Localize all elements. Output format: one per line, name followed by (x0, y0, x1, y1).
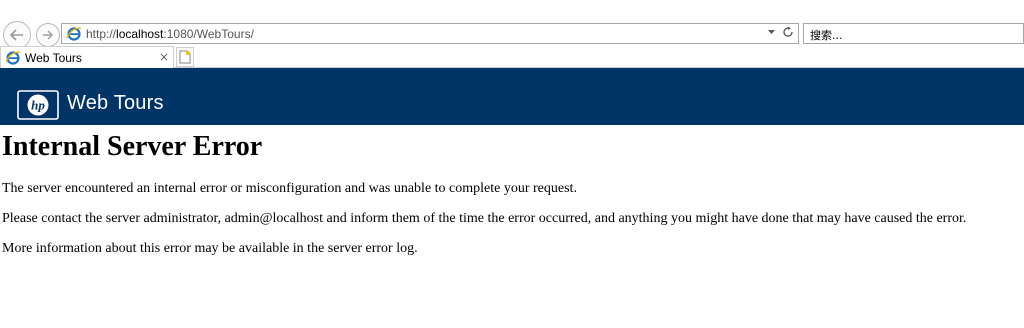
back-button[interactable] (3, 21, 31, 49)
tab-strip: Web Tours × (0, 46, 1024, 68)
banner-title: Web Tours (67, 92, 164, 114)
error-paragraph: Please contact the server administrator,… (2, 211, 967, 226)
error-paragraph: The server encountered an internal error… (2, 181, 577, 196)
forward-arrow-icon (43, 30, 54, 40)
address-bar[interactable]: http://localhost:1080/WebTours/ (61, 23, 799, 44)
refresh-icon[interactable] (782, 26, 794, 38)
search-input[interactable]: 搜索... (803, 23, 1024, 44)
tab-web-tours[interactable]: Web Tours × (0, 46, 174, 68)
address-url[interactable]: http://localhost:1080/WebTours/ (86, 27, 254, 41)
tab-close-icon[interactable]: × (159, 50, 169, 64)
ie-icon (65, 25, 83, 43)
new-tab-button[interactable] (176, 47, 194, 67)
forward-button[interactable] (36, 23, 60, 47)
hp-logo-icon: hp (17, 90, 59, 120)
url-scheme: http:// (86, 26, 117, 41)
browser-toolbar: http://localhost:1080/WebTours/ 搜索... (0, 0, 1024, 49)
hp-logo-text: hp (31, 98, 45, 113)
ie-icon (5, 50, 21, 65)
dropdown-icon[interactable] (767, 29, 776, 35)
new-tab-icon (179, 50, 191, 64)
error-heading: Internal Server Error (2, 131, 263, 162)
back-arrow-icon (9, 29, 23, 41)
url-host: localhost (116, 26, 164, 41)
url-path: :1080/WebTours/ (163, 26, 254, 41)
error-paragraph: More information about this error may be… (2, 241, 418, 256)
tab-title: Web Tours (25, 50, 82, 65)
error-content: Internal Server Error The server encount… (2, 131, 1022, 256)
address-controls (767, 26, 794, 38)
